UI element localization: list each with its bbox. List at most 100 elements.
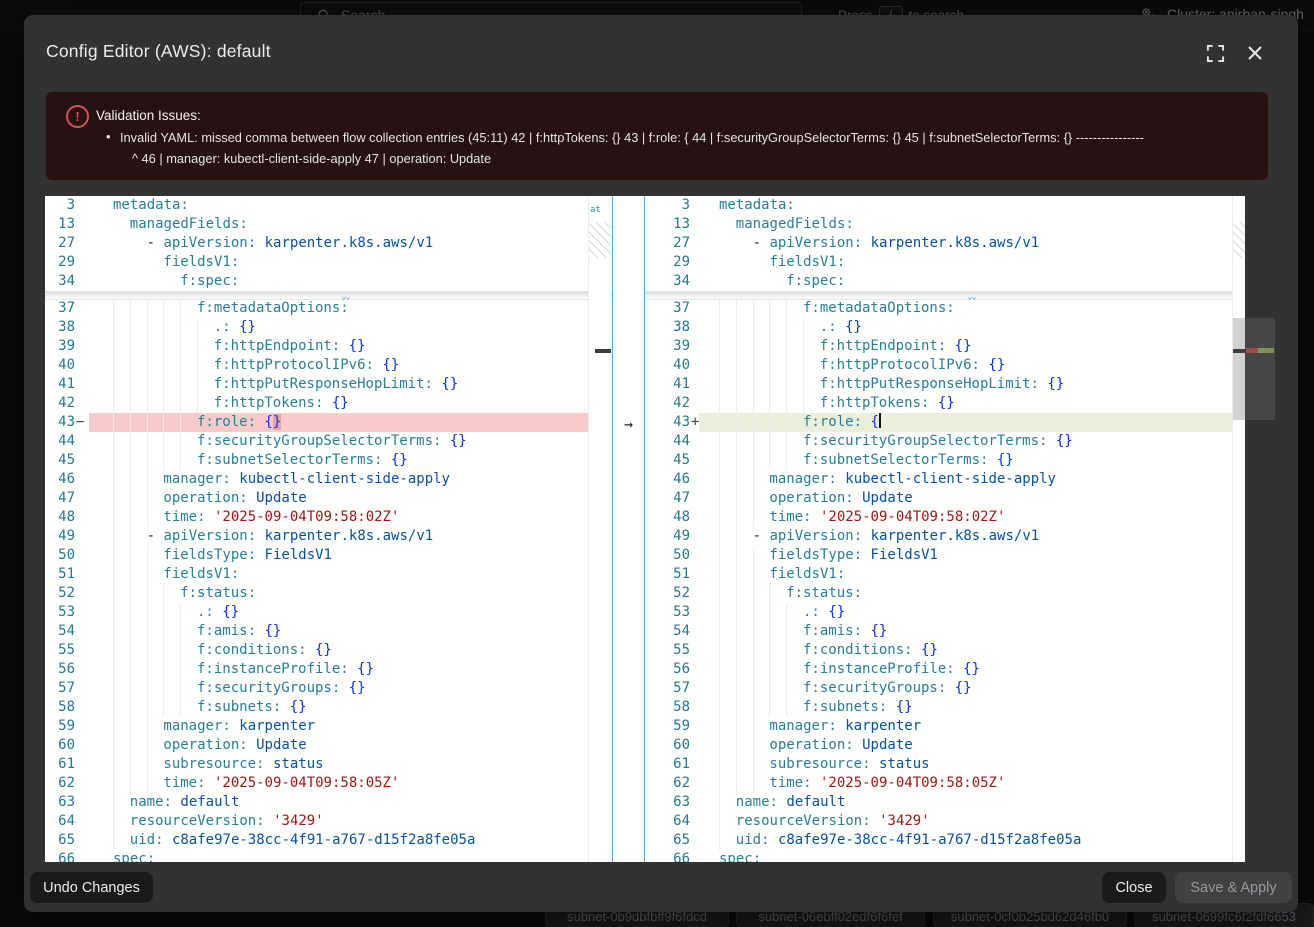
code-line[interactable]: time: '2025-09-04T09:58:02Z' — [163, 508, 399, 527]
code-line[interactable]: f:httpEndpoint: {} — [214, 337, 366, 356]
code-line[interactable]: f:metadataOptions: — [197, 299, 349, 318]
code-line[interactable]: - apiVersion: karpenter.k8s.aws/v1 — [147, 527, 434, 546]
code-line[interactable]: f:role: { — [803, 413, 881, 432]
code-line[interactable]: f:instanceProfile: {} — [197, 660, 374, 679]
indent-guide — [769, 660, 770, 679]
fullscreen-button[interactable] — [1206, 44, 1228, 66]
code-line[interactable]: manager: kubectl-client-side-apply — [163, 470, 450, 489]
code-line[interactable]: managedFields: — [736, 215, 854, 234]
code-line[interactable]: f:httpTokens: {} — [820, 394, 955, 413]
code-line[interactable]: f:httpEndpoint: {} — [820, 337, 972, 356]
left-minimap[interactable] — [588, 196, 611, 862]
code-line[interactable]: name: default — [736, 793, 846, 812]
code-line[interactable]: f:httpProtocolIPv6: {} — [820, 356, 1005, 375]
code-line[interactable]: f:status: — [786, 584, 862, 603]
code-line[interactable]: .: {} — [820, 318, 862, 337]
code-line[interactable]: fieldsV1: — [769, 253, 845, 272]
yaml-diff-editor[interactable]: 3metadata:13managedFields:27- apiVersion… — [45, 196, 1245, 862]
code-line[interactable]: operation: Update — [769, 736, 912, 755]
code-line[interactable]: resourceVersion: '3429' — [736, 812, 930, 831]
code-line[interactable]: fieldsV1: — [163, 253, 239, 272]
indent-guide — [113, 698, 114, 717]
code-line[interactable]: f:securityGroups: {} — [197, 679, 366, 698]
code-line[interactable]: time: '2025-09-04T09:58:05Z' — [163, 774, 399, 793]
code-line[interactable]: spec: — [719, 850, 761, 862]
code-line[interactable]: f:subnetSelectorTerms: {} — [197, 451, 408, 470]
code-line[interactable]: subresource: status — [769, 755, 929, 774]
indent-guide — [163, 318, 164, 337]
code-line[interactable]: fieldsV1: — [769, 565, 845, 584]
minimap-slider[interactable] — [1233, 318, 1245, 420]
indent-guide — [130, 489, 131, 508]
added-line-highlight — [699, 413, 1232, 432]
code-line[interactable]: f:instanceProfile: {} — [803, 660, 980, 679]
indent-guide — [113, 470, 114, 489]
code-line[interactable]: fieldsV1: — [163, 565, 239, 584]
code-line[interactable]: f:subnets: {} — [197, 698, 307, 717]
code-line[interactable]: manager: kubectl-client-side-apply — [769, 470, 1056, 489]
code-line[interactable]: .: {} — [803, 603, 845, 622]
right-minimap[interactable] — [1232, 196, 1245, 862]
collapsed-region-band[interactable]: ⌄⌄ ⌄⌄ — [45, 291, 1245, 300]
indent-guide — [130, 508, 131, 527]
indent-guide — [753, 356, 754, 375]
code-line[interactable]: name: default — [130, 793, 240, 812]
code-line[interactable]: f:metadataOptions: — [803, 299, 955, 318]
code-line[interactable]: operation: Update — [163, 736, 306, 755]
code-line[interactable]: time: '2025-09-04T09:58:05Z' — [769, 774, 1005, 793]
undo-changes-button[interactable]: Undo Changes — [30, 872, 153, 903]
code-line[interactable]: - apiVersion: karpenter.k8s.aws/v1 — [147, 234, 434, 253]
code-line[interactable]: time: '2025-09-04T09:58:02Z' — [769, 508, 1005, 527]
code-line[interactable]: subresource: status — [163, 755, 323, 774]
indent-guide — [719, 565, 720, 584]
indent-guide — [180, 356, 181, 375]
line-number: 52 — [45, 584, 75, 603]
indent-guide — [197, 394, 198, 413]
code-line[interactable]: - apiVersion: karpenter.k8s.aws/v1 — [753, 527, 1040, 546]
scrollbar-thumb[interactable] — [1245, 318, 1275, 420]
close-button[interactable]: Close — [1102, 872, 1166, 903]
code-line[interactable]: f:amis: {} — [197, 622, 281, 641]
code-line[interactable]: manager: karpenter — [769, 717, 921, 736]
line-number: 61 — [645, 755, 690, 774]
code-line[interactable]: f:spec: — [786, 272, 845, 291]
indent-guide — [719, 489, 720, 508]
save-apply-button[interactable]: Save & Apply — [1175, 872, 1292, 903]
indent-guide — [719, 812, 720, 831]
code-line[interactable]: metadata: — [719, 196, 795, 215]
indent-guide — [147, 489, 148, 508]
code-line[interactable]: f:amis: {} — [803, 622, 887, 641]
code-line[interactable]: operation: Update — [163, 489, 306, 508]
code-line[interactable]: f:subnets: {} — [803, 698, 913, 717]
code-line[interactable]: fieldsType: FieldsV1 — [769, 546, 938, 565]
code-line[interactable]: .: {} — [214, 318, 256, 337]
code-line[interactable]: fieldsType: FieldsV1 — [163, 546, 332, 565]
code-line[interactable]: spec: — [113, 850, 155, 862]
code-line[interactable]: f:conditions: {} — [197, 641, 332, 660]
code-line[interactable]: manager: karpenter — [163, 717, 315, 736]
code-line[interactable]: - apiVersion: karpenter.k8s.aws/v1 — [753, 234, 1040, 253]
line-number: 40 — [645, 356, 690, 375]
code-line[interactable]: .: {} — [197, 603, 239, 622]
line-number: 66 — [645, 850, 690, 862]
code-line[interactable]: resourceVersion: '3429' — [130, 812, 324, 831]
code-line[interactable]: operation: Update — [769, 489, 912, 508]
code-line[interactable]: metadata: — [113, 196, 189, 215]
code-line[interactable]: f:status: — [180, 584, 256, 603]
close-dialog-button[interactable] — [1245, 43, 1267, 65]
revert-change-arrow[interactable]: → — [612, 415, 645, 434]
code-line[interactable]: f:spec: — [180, 272, 239, 291]
code-line[interactable]: f:httpPutResponseHopLimit: {} — [214, 375, 458, 394]
code-line[interactable]: f:subnetSelectorTerms: {} — [803, 451, 1014, 470]
code-line[interactable]: f:httpProtocolIPv6: {} — [214, 356, 399, 375]
code-line[interactable]: f:httpPutResponseHopLimit: {} — [820, 375, 1064, 394]
code-line[interactable]: f:securityGroupSelectorTerms: {} — [803, 432, 1073, 451]
code-line[interactable]: f:role: {} — [197, 413, 281, 432]
code-line[interactable]: managedFields: — [130, 215, 248, 234]
code-line[interactable]: uid: c8afe97e-38cc-4f91-a767-d15f2a8fe05… — [130, 831, 476, 850]
code-line[interactable]: f:securityGroupSelectorTerms: {} — [197, 432, 467, 451]
code-line[interactable]: f:conditions: {} — [803, 641, 938, 660]
code-line[interactable]: f:httpTokens: {} — [214, 394, 349, 413]
code-line[interactable]: f:securityGroups: {} — [803, 679, 972, 698]
code-line[interactable]: uid: c8afe97e-38cc-4f91-a767-d15f2a8fe05… — [736, 831, 1082, 850]
